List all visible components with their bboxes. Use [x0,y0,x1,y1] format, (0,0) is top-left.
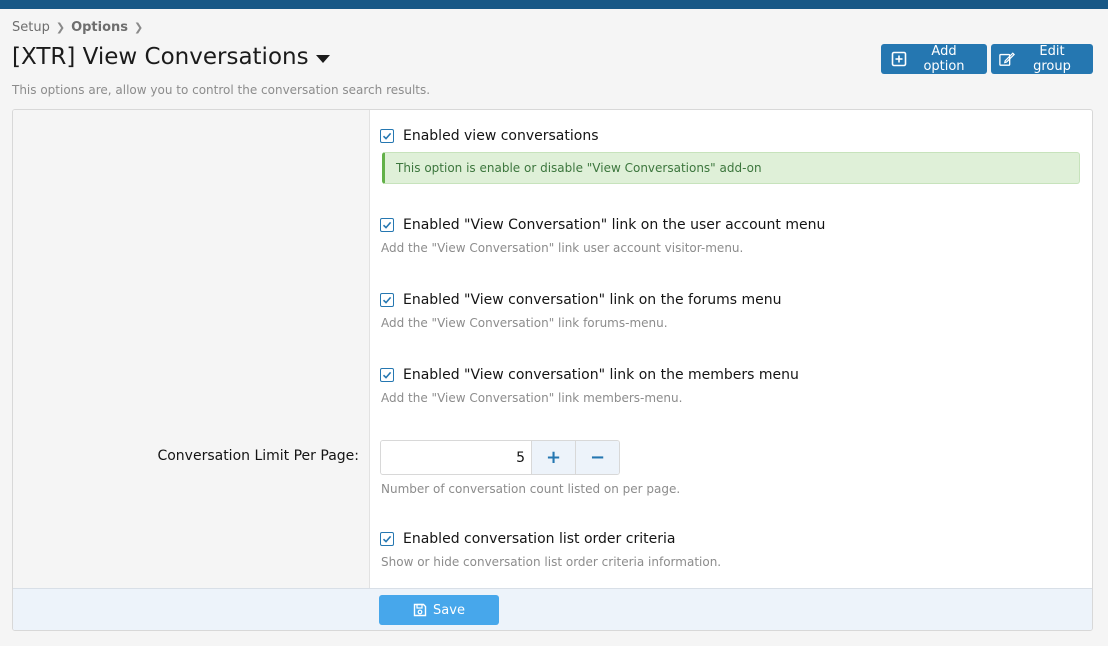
breadcrumb-setup[interactable]: Setup [12,20,50,35]
checkbox-order-criteria[interactable] [380,532,394,546]
chevron-right-icon: ❯ [134,21,144,34]
label-order-criteria[interactable]: Enabled conversation list order criteria [403,531,675,547]
hint-account-menu-link: Add the "View Conversation" link user ac… [381,241,744,255]
check-icon [382,132,392,140]
option-order-criteria: Enabled conversation list order criteria… [380,529,721,569]
hint-order-criteria: Show or hide conversation list order cri… [381,555,722,569]
label-members-menu-link[interactable]: Enabled "View conversation" link on the … [403,367,799,383]
option-forums-menu-link: Enabled "View conversation" link on the … [380,290,782,330]
check-icon [382,221,392,229]
add-option-button[interactable]: Add option [881,44,987,74]
check-icon [382,296,392,304]
label-account-menu-link[interactable]: Enabled "View Conversation" link on the … [403,217,825,233]
check-icon [382,371,392,379]
add-option-label: Add option [923,44,965,74]
options-panel: Enabled view conversations This option i… [12,109,1093,631]
option-members-menu-link: Enabled "View conversation" link on the … [380,365,799,405]
checkbox-enabled-view-conversations[interactable] [380,129,394,143]
caret-down-icon[interactable] [315,54,330,63]
breadcrumb-options[interactable]: Options [71,20,128,35]
form-footer [13,588,1092,630]
page-description: This options are, allow you to control t… [12,83,431,97]
plus-square-icon [891,51,907,67]
increment-button[interactable]: + [531,441,575,474]
check-icon [382,535,392,543]
edit-group-button[interactable]: Edit group [991,44,1093,74]
hint-forums-menu-link: Add the "View Conversation" link forums-… [381,316,668,330]
page-title-text: [XTR] View Conversations [12,44,309,70]
page-title[interactable]: [XTR] View Conversations [12,44,330,70]
option-enabled-view-conversations: Enabled view conversations [380,126,599,146]
edit-group-label: Edit group [1033,44,1071,74]
save-icon [413,603,427,617]
checkbox-forums-menu-link[interactable] [380,293,394,307]
success-alert: This option is enable or disable "View C… [382,152,1080,184]
chevron-right-icon: ❯ [55,21,66,34]
limit-per-page-hint-wrap: Number of conversation count listed on p… [380,482,680,496]
label-enabled-view-conversations[interactable]: Enabled view conversations [403,128,599,144]
checkbox-members-menu-link[interactable] [380,368,394,382]
save-button[interactable]: Save [379,595,499,625]
hint-limit-per-page: Number of conversation count listed on p… [381,482,681,496]
limit-per-page-input[interactable] [381,441,531,474]
option-account-menu-link: Enabled "View Conversation" link on the … [380,215,825,255]
checkbox-account-menu-link[interactable] [380,218,394,232]
label-forums-menu-link[interactable]: Enabled "View conversation" link on the … [403,292,782,308]
top-bar [0,0,1108,9]
breadcrumb: Setup ❯ Options ❯ [12,20,149,35]
limit-per-page-label: Conversation Limit Per Page: [157,448,359,464]
decrement-button[interactable]: − [575,441,619,474]
save-label: Save [433,602,465,618]
hint-members-menu-link: Add the "View Conversation" link members… [381,391,683,405]
edit-icon [999,51,1015,67]
label-column [13,110,370,588]
limit-per-page-stepper: + − [380,440,620,475]
